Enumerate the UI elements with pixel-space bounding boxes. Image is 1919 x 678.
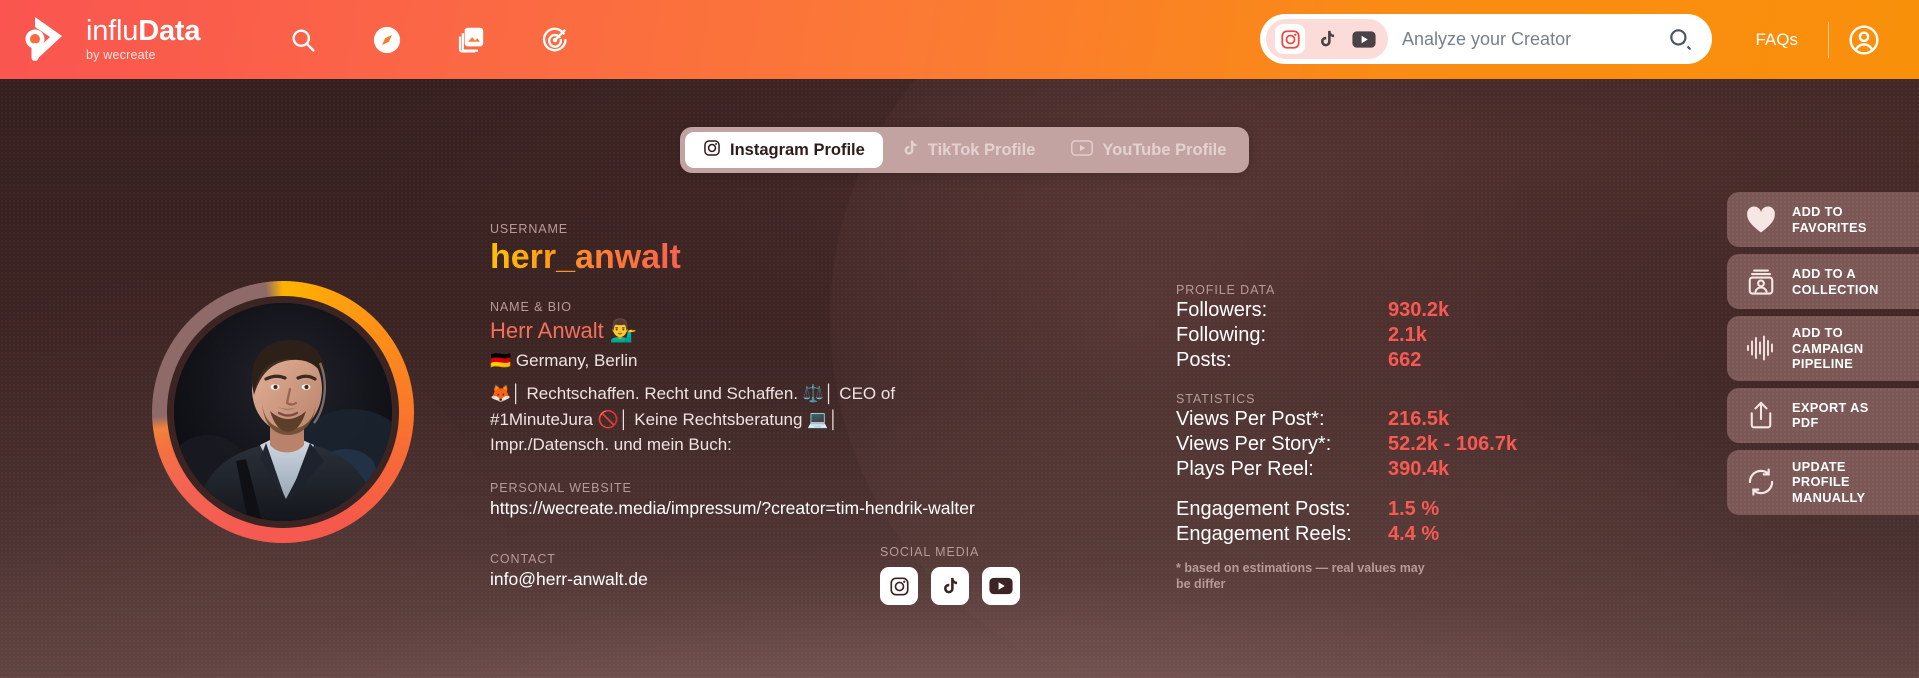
export-upload-icon	[1744, 400, 1778, 430]
tab-tiktok-profile[interactable]: TikTok Profile	[883, 132, 1054, 168]
social-media-block: SOCIAL MEDIA	[880, 545, 1020, 605]
tab-label: YouTube Profile	[1102, 140, 1227, 159]
contact-email[interactable]: info@herr-anwalt.de	[490, 569, 648, 590]
full-name: Herr Anwalt 💁‍♂️	[490, 317, 638, 343]
header-right-group: FAQs	[1661, 0, 1899, 79]
update-profile-manually-button[interactable]: UPDATE PROFILE MANUALLY	[1727, 449, 1919, 515]
website-block: PERSONAL WEBSITE https://wecreate.media/…	[490, 481, 1090, 519]
instagram-icon	[703, 139, 721, 162]
header-nav-icons	[286, 23, 572, 57]
platform-filter-group	[1266, 19, 1388, 59]
platform-profile-tabs: Instagram Profile TikTok Profile YouTube…	[680, 127, 1250, 173]
stat-key: Engagement Posts:	[1176, 498, 1351, 520]
heart-icon	[1744, 205, 1778, 234]
tab-label: TikTok Profile	[927, 140, 1036, 159]
stat-value: 4.4 %	[1388, 523, 1440, 545]
refresh-sync-icon	[1744, 468, 1778, 496]
logo-name-light: influ	[86, 15, 139, 48]
tiktok-link-icon[interactable]	[931, 567, 969, 605]
rail-label: ADD TO A COLLECTION	[1792, 265, 1879, 297]
stat-key: Following:	[1176, 324, 1267, 346]
page-title: herr_anwalt	[490, 238, 681, 276]
search-icon[interactable]	[286, 23, 320, 57]
infludata-logo-icon	[22, 13, 74, 67]
creator-search-bar	[1260, 14, 1712, 64]
stat-value: 2.1k	[1388, 324, 1427, 346]
profile-data-section: PROFILE DATA Followers: 930.2k Following…	[1176, 283, 1517, 372]
location-line: 🇩🇪 Germany, Berlin	[490, 351, 638, 371]
tiktok-icon	[901, 139, 919, 162]
name-bio-label: NAME & BIO	[490, 299, 572, 314]
logo-name-bold: Data	[138, 15, 201, 48]
profile-details-column: USERNAME herr_anwalt NAME & BIO Herr Anw…	[490, 222, 1090, 519]
content-gallery-icon[interactable]	[454, 23, 488, 57]
stat-value: 1.5 %	[1388, 498, 1440, 520]
instagram-link-icon[interactable]	[880, 567, 918, 605]
profile-photo-ring	[152, 281, 414, 543]
statistics-footnote: * based on estimations — real values may…	[1176, 561, 1425, 591]
tab-label: Instagram Profile	[730, 140, 865, 159]
stat-group-gap	[1176, 483, 1517, 496]
youtube-icon	[1071, 139, 1094, 161]
stat-key: Plays Per Reel:	[1176, 458, 1314, 480]
youtube-link-icon[interactable]	[982, 567, 1020, 605]
stat-key: Followers:	[1176, 299, 1268, 321]
youtube-filter-icon[interactable]	[1349, 24, 1379, 54]
collection-icon	[1744, 267, 1778, 297]
faqs-link[interactable]: FAQs	[1725, 30, 1828, 50]
action-rail: ADD TO FAVORITES ADD TO A COLLECTION ADD…	[1727, 192, 1919, 522]
stat-key: Views Per Story*:	[1176, 433, 1332, 455]
stat-value: 930.2k	[1388, 299, 1450, 321]
add-to-favorites-button[interactable]: ADD TO FAVORITES	[1727, 192, 1919, 247]
export-as-pdf-button[interactable]: EXPORT AS PDF	[1727, 387, 1919, 443]
profile-data-label: PROFILE DATA	[1176, 283, 1276, 297]
statistics-label: STATISTICS	[1176, 392, 1256, 406]
stat-key: Posts:	[1176, 349, 1232, 371]
radar-tracking-icon[interactable]	[538, 23, 572, 57]
logo-tagline: by wecreate	[86, 48, 156, 63]
name-bio-block: NAME & BIO Herr Anwalt 💁‍♂️ 🇩🇪 Germany, …	[490, 300, 1090, 457]
search-input[interactable]	[1402, 28, 1660, 50]
infludata-app: influData by wecreate Analyze your Creat…	[0, 0, 1919, 678]
wrench-tools-icon[interactable]	[1661, 26, 1725, 54]
tab-youtube-profile[interactable]: YouTube Profile	[1053, 132, 1244, 168]
contact-label: CONTACT	[490, 552, 556, 566]
account-avatar-icon[interactable]	[1829, 24, 1899, 56]
add-to-campaign-pipeline-button[interactable]: ADD TO CAMPAIGN PIPELINE	[1727, 316, 1919, 381]
stat-key: Engagement Reels:	[1176, 523, 1352, 545]
statistics-section: STATISTICS Views Per Post*: 216.5k Views…	[1176, 392, 1517, 592]
tiktok-filter-icon[interactable]	[1312, 24, 1342, 54]
add-to-collection-button[interactable]: ADD TO A COLLECTION	[1727, 254, 1919, 309]
stat-value: 216.5k	[1388, 408, 1450, 430]
website-link[interactable]: https://wecreate.media/impressum/?creato…	[490, 498, 1090, 519]
campaign-pipeline-icon	[1744, 335, 1778, 361]
discover-compass-icon[interactable]	[370, 23, 404, 57]
bio-text: 🦊│ Rechtschaffen. Recht und Schaffen. ⚖️…	[490, 384, 896, 454]
rail-label: UPDATE PROFILE MANUALLY	[1792, 458, 1866, 506]
instagram-filter-icon[interactable]	[1275, 24, 1305, 54]
stat-value: 52.2k - 106.7k	[1388, 433, 1517, 455]
brand-logo[interactable]: influData by wecreate	[22, 13, 200, 67]
stat-value: 390.4k	[1388, 458, 1450, 480]
metrics-column: PROFILE DATA Followers: 930.2k Following…	[1176, 283, 1517, 592]
tab-instagram-profile[interactable]: Instagram Profile	[685, 132, 883, 168]
rail-label: ADD TO FAVORITES	[1792, 203, 1867, 235]
stat-value: 662	[1388, 349, 1422, 371]
contact-block: CONTACT info@herr-anwalt.de	[490, 552, 648, 590]
rail-label: ADD TO CAMPAIGN PIPELINE	[1792, 325, 1864, 372]
stat-key: Views Per Post*:	[1176, 408, 1325, 430]
username-label: USERNAME	[490, 222, 569, 236]
social-media-label: SOCIAL MEDIA	[880, 545, 980, 559]
website-label: PERSONAL WEBSITE	[490, 480, 632, 495]
avatar[interactable]	[174, 303, 392, 521]
rail-label: EXPORT AS PDF	[1792, 399, 1869, 431]
top-header-bar: influData by wecreate Analyze your Creat…	[0, 0, 1919, 79]
